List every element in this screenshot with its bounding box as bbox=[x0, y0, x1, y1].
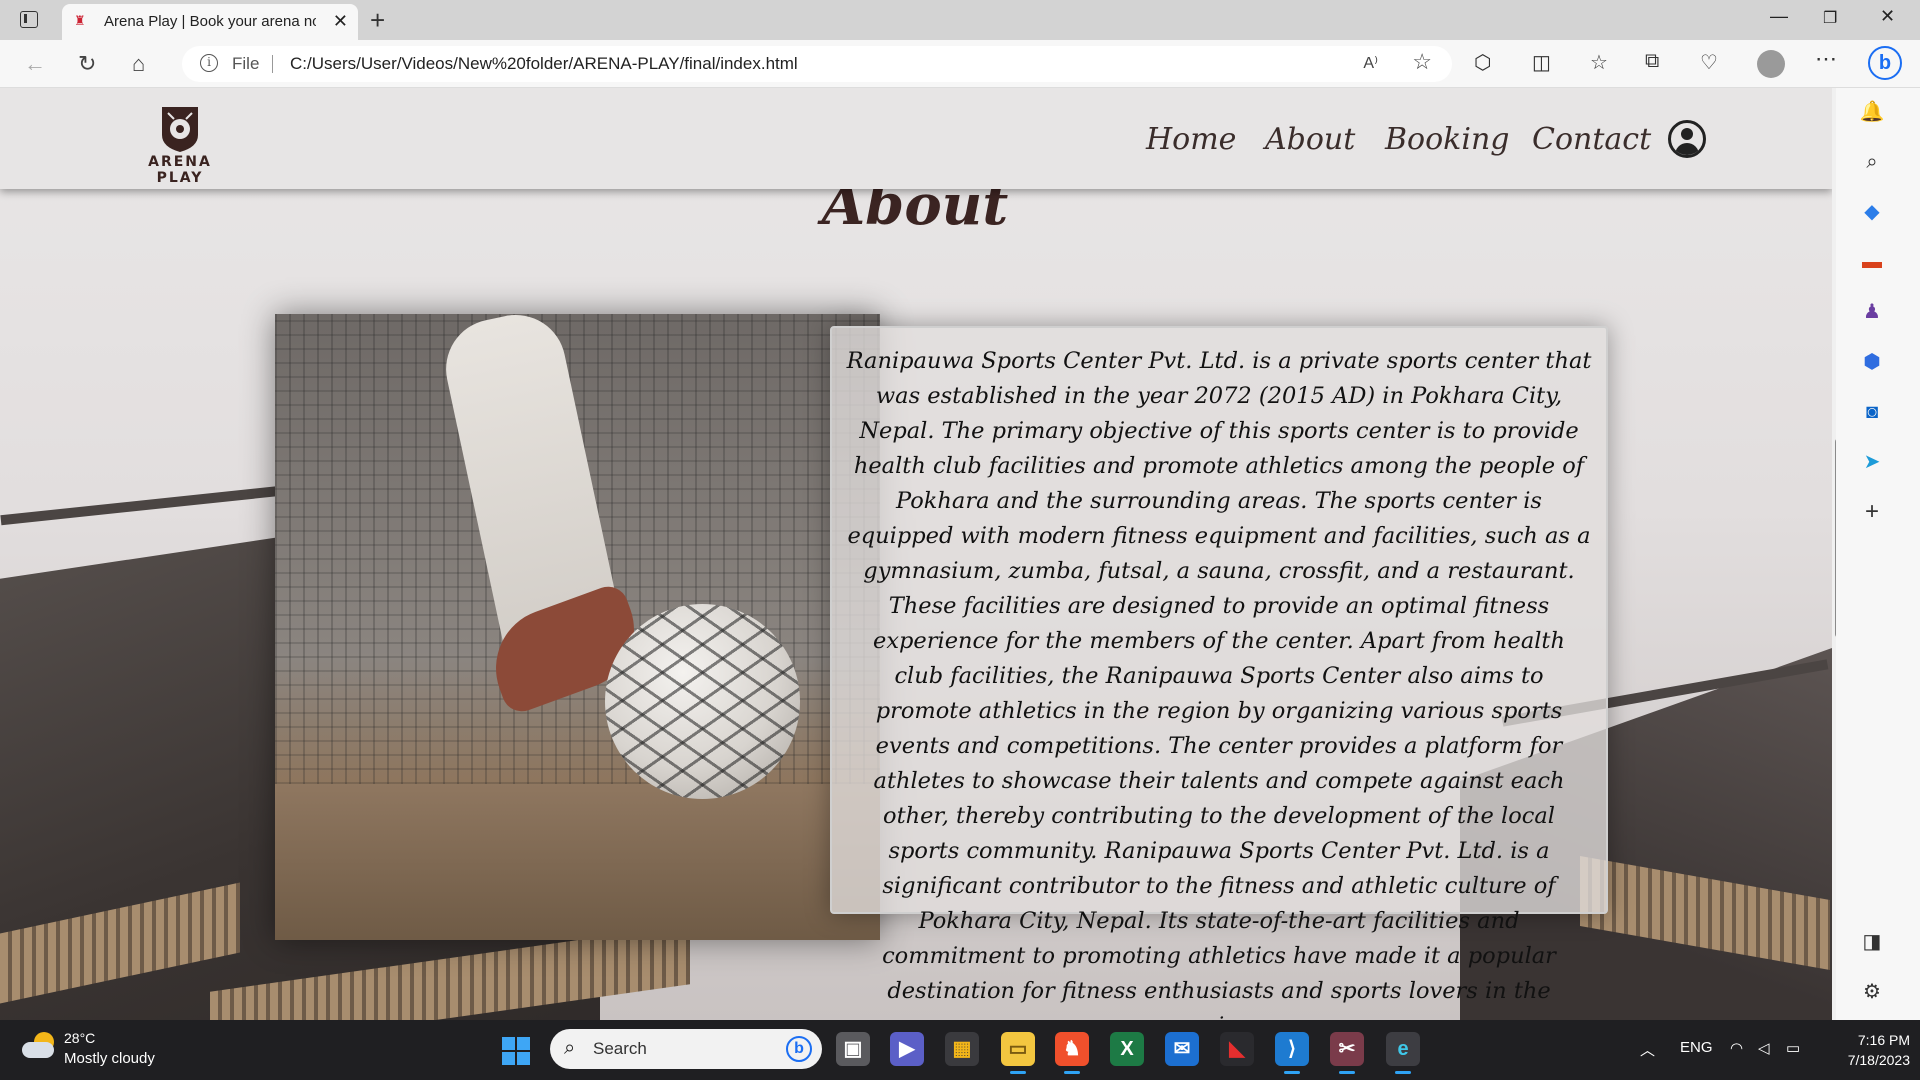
games-icon[interactable]: ♟ bbox=[1858, 298, 1886, 326]
ground bbox=[275, 784, 880, 940]
weather-temperature[interactable]: 28°C bbox=[64, 1030, 95, 1046]
search-label: Search bbox=[593, 1039, 647, 1058]
browser-tab-active[interactable]: ♜ Arena Play | Book your arena now ✕ bbox=[62, 4, 358, 40]
football-player-photo bbox=[275, 314, 880, 940]
more-options-icon[interactable]: ⋯ bbox=[1815, 46, 1837, 72]
drop-icon[interactable]: ➤ bbox=[1858, 448, 1886, 476]
browser-toolbar: ← ↻ ⌂ i File C:/Users/User/Videos/New%20… bbox=[0, 40, 1920, 88]
teams-chat-icon[interactable]: ▶ bbox=[890, 1032, 924, 1066]
back-icon[interactable]: ← bbox=[24, 51, 46, 77]
shopping-tag-icon[interactable]: ◆ bbox=[1858, 198, 1886, 226]
start-button-icon[interactable] bbox=[502, 1037, 530, 1065]
volume-icon[interactable]: ◁ bbox=[1758, 1039, 1770, 1057]
weather-description[interactable]: Mostly cloudy bbox=[64, 1050, 155, 1067]
collections-icon[interactable]: ⧉ bbox=[1645, 50, 1659, 73]
tools-icon[interactable]: ▬ bbox=[1858, 248, 1886, 276]
sidebar-settings-icon[interactable]: ⚙ bbox=[1858, 978, 1886, 1006]
task-view-icon[interactable]: ▣ bbox=[836, 1032, 870, 1066]
read-aloud-icon[interactable]: A⁾ bbox=[1363, 53, 1378, 73]
url-text[interactable]: C:/Users/User/Videos/New%20folder/ARENA-… bbox=[290, 54, 798, 74]
copilot-icon[interactable]: b bbox=[1868, 46, 1902, 80]
divider bbox=[272, 55, 273, 73]
nav-contact[interactable]: Contact bbox=[1532, 122, 1651, 157]
site-favicon-icon: ♜ bbox=[74, 13, 86, 28]
browser-tab-bar: ♜ Arena Play | Book your arena now ✕ + —… bbox=[0, 0, 1920, 40]
file-label: File bbox=[232, 54, 260, 73]
favorite-star-icon[interactable]: ☆ bbox=[1412, 49, 1432, 75]
user-account-icon[interactable] bbox=[1668, 120, 1706, 158]
show-hidden-icons[interactable]: ︿ bbox=[1640, 1039, 1655, 1060]
tab-actions-icon[interactable] bbox=[20, 11, 38, 28]
logo-text: ARENA PLAY bbox=[148, 154, 212, 186]
favorites-icon[interactable]: ☆ bbox=[1590, 50, 1608, 75]
wifi-icon[interactable]: ◠ bbox=[1730, 1039, 1743, 1057]
profile-avatar[interactable] bbox=[1757, 50, 1785, 78]
weather-icon[interactable] bbox=[22, 1032, 58, 1062]
notifications-icon[interactable]: 🔔 bbox=[1858, 98, 1886, 126]
refresh-icon[interactable]: ↻ bbox=[78, 51, 96, 77]
search-icon: ⌕ bbox=[564, 1037, 576, 1059]
close-window-icon[interactable]: ✕ bbox=[1880, 6, 1895, 27]
vscode-icon[interactable]: ⟩ bbox=[1275, 1032, 1309, 1074]
arena-play-logo[interactable] bbox=[160, 105, 200, 153]
site-header: ARENA PLAY Home About Booking Contact bbox=[0, 88, 1832, 189]
clock-date: 7/18/2023 bbox=[1847, 1052, 1910, 1068]
nav-booking[interactable]: Booking bbox=[1385, 122, 1509, 157]
bing-icon[interactable]: b bbox=[786, 1036, 812, 1062]
brave-browser-icon[interactable]: ♞ bbox=[1055, 1032, 1089, 1074]
extensions-icon[interactable]: ⬡ bbox=[1474, 50, 1491, 75]
microsoft-store-icon[interactable]: ▦ bbox=[945, 1032, 979, 1066]
excel-icon[interactable]: X bbox=[1110, 1032, 1144, 1066]
split-screen-icon[interactable]: ◫ bbox=[1532, 50, 1551, 75]
info-icon[interactable]: i bbox=[200, 54, 218, 72]
search-icon[interactable]: ⌕ bbox=[1858, 148, 1886, 176]
snipping-tool-icon[interactable]: ✂ bbox=[1330, 1032, 1364, 1074]
home-icon[interactable]: ⌂ bbox=[132, 51, 145, 77]
game-app-icon[interactable]: ◣ bbox=[1220, 1032, 1254, 1066]
edge-sidebar: 🔔 ⌕ ◆ ▬ ♟ ⬢ ◙ ➤ + ◨ ⚙ bbox=[1836, 88, 1920, 1020]
about-description: Ranipauwa Sports Center Pvt. Ltd. is a p… bbox=[846, 348, 1592, 1020]
browser-essentials-icon[interactable]: ♡ bbox=[1700, 50, 1718, 75]
language-indicator[interactable]: ENG bbox=[1680, 1039, 1713, 1056]
file-explorer-icon[interactable]: ▭ bbox=[1001, 1032, 1035, 1074]
system-clock[interactable]: 7:16 PM 7/18/2023 bbox=[1830, 1030, 1910, 1070]
microsoft-365-icon[interactable]: ⬢ bbox=[1858, 348, 1886, 376]
windows-taskbar: 28°C Mostly cloudy ⌕ Search b ▣ ▶ ▦ ▭ ♞ … bbox=[0, 1020, 1920, 1080]
tab-title: Arena Play | Book your arena now bbox=[104, 13, 316, 30]
new-tab-button[interactable]: + bbox=[370, 5, 385, 36]
clock-time: 7:16 PM bbox=[1857, 1032, 1910, 1048]
nav-about[interactable]: About bbox=[1265, 122, 1355, 157]
close-tab-icon[interactable]: ✕ bbox=[333, 11, 348, 32]
about-text-box: Ranipauwa Sports Center Pvt. Ltd. is a p… bbox=[830, 326, 1608, 1020]
minimize-icon[interactable]: — bbox=[1770, 6, 1788, 27]
hide-sidebar-icon[interactable]: ◨ bbox=[1858, 928, 1886, 956]
nav-home[interactable]: Home bbox=[1146, 122, 1236, 157]
address-bar[interactable]: i File C:/Users/User/Videos/New%20folder… bbox=[182, 46, 1452, 82]
restore-icon[interactable]: ❐ bbox=[1823, 8, 1837, 28]
outlook-icon[interactable]: ◙ bbox=[1858, 398, 1886, 426]
mail-icon[interactable]: ✉ bbox=[1165, 1032, 1199, 1066]
page-viewport: ARENA PLAY Home About Booking Contact Ab… bbox=[0, 88, 1832, 1020]
taskbar-search[interactable]: ⌕ Search b bbox=[550, 1029, 822, 1069]
add-sidebar-app-icon[interactable]: + bbox=[1858, 498, 1886, 526]
battery-icon[interactable]: ▭ bbox=[1786, 1039, 1800, 1057]
football bbox=[605, 604, 800, 799]
edge-browser-icon[interactable]: e bbox=[1386, 1032, 1420, 1074]
